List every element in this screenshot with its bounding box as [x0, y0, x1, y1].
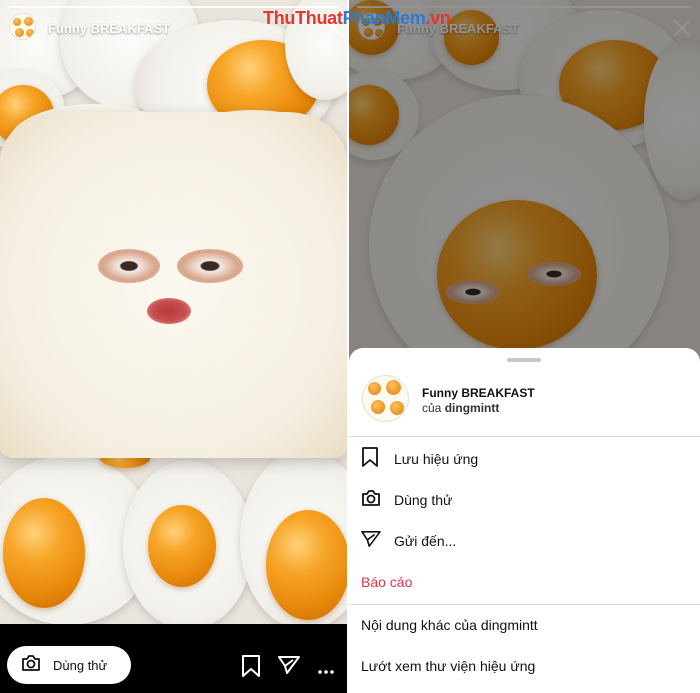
save-effect-item[interactable]: Lưu hiệu ứng	[349, 439, 700, 479]
send-icon[interactable]	[278, 655, 300, 680]
try-effect-label: Dùng thử	[53, 657, 108, 673]
try-effect-item[interactable]: Dùng thử	[349, 480, 700, 520]
story-preview-left: Funny BREAKFAST Dùng thử	[0, 0, 347, 693]
creator-name[interactable]: dingmintt	[445, 401, 500, 415]
report-item[interactable]: Báo cáo	[349, 562, 700, 602]
sheet-creator-line[interactable]: của dingmintt	[422, 401, 499, 415]
lips	[147, 298, 191, 324]
bookmark-icon[interactable]	[241, 655, 261, 682]
browse-effect-gallery-item[interactable]: Lướt xem thư viện hiệu ứng	[349, 646, 700, 686]
effect-avatar[interactable]	[9, 13, 36, 40]
sheet-effect-name[interactable]: Funny BREAKFAST	[422, 386, 535, 400]
camera-icon	[21, 654, 41, 677]
try-effect-button[interactable]: Dùng thử	[7, 646, 131, 684]
sheet-effect-avatar[interactable]	[362, 375, 409, 422]
more-icon[interactable]	[317, 662, 335, 680]
more-from-creator-item[interactable]: Nội dung khác của dingmintt	[349, 605, 700, 645]
story-preview-right: Funny BREAKFAST Funny BREAKFAST của ding…	[349, 0, 700, 693]
site-watermark: ThuThuatPhanMem.vn	[263, 8, 451, 28]
effect-options-sheet: Funny BREAKFAST của dingmintt Lưu hiệu ứ…	[349, 348, 700, 693]
effect-title[interactable]: Funny BREAKFAST	[48, 21, 170, 36]
camera-icon	[361, 489, 381, 512]
drag-handle[interactable]	[507, 358, 541, 362]
send-to-item[interactable]: Gửi đến...	[349, 521, 700, 561]
bread-face-filter	[0, 112, 347, 458]
right-eye	[177, 249, 243, 283]
bookmark-icon	[361, 446, 379, 472]
left-eye	[98, 249, 160, 283]
send-icon	[361, 530, 381, 553]
